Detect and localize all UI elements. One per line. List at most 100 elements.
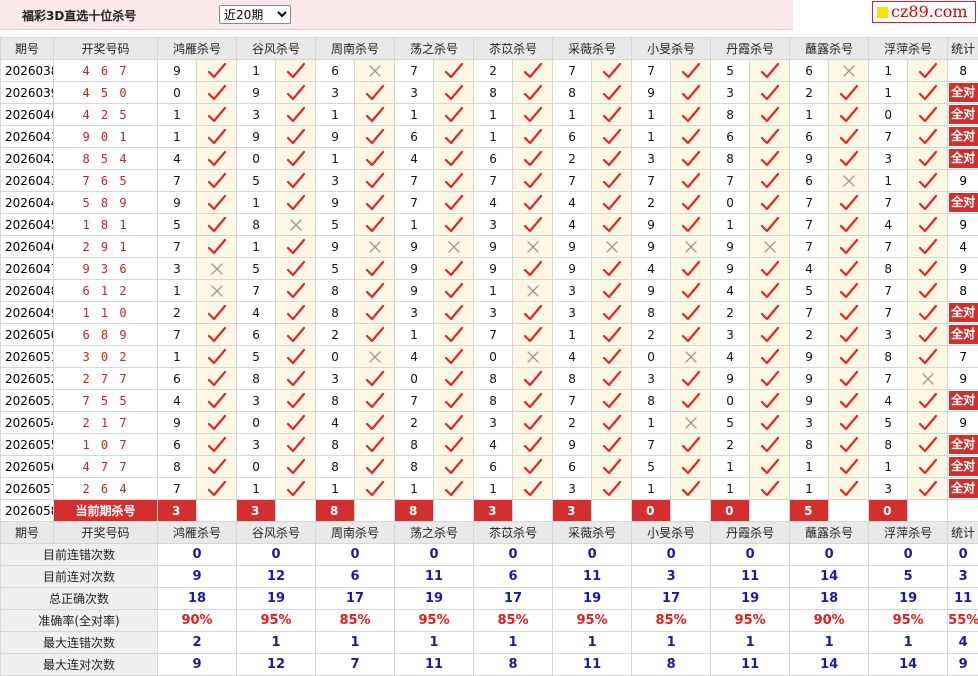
header-expert[interactable]: 苶苡杀号 [474,38,553,60]
kill-number-cell: 4 [632,258,671,280]
current-kill-blank [592,500,632,522]
cross-icon [523,348,543,366]
header-expert[interactable]: 蘸露杀号 [790,38,869,60]
check-icon [207,216,227,234]
all-correct-badge: 全对 [949,193,978,212]
table-row: 20260428 5 44014623893全对 [1,148,978,170]
kill-number-cell: 1 [474,478,513,500]
result-mark-cell [829,82,869,104]
table-row: 20260384 6 791672775618 [1,60,978,82]
header-expert[interactable]: 蘸露杀号 [790,522,869,544]
check-icon [444,260,464,278]
stats-value: 11 [711,566,790,588]
stat-cell: 4 [948,236,978,258]
check-icon [602,282,622,300]
kill-number-cell: 1 [790,104,829,126]
check-icon [365,282,385,300]
header-expert[interactable]: 丹霞杀号 [711,38,790,60]
check-icon [839,260,859,278]
kill-number-cell: 7 [632,170,671,192]
result-mark-cell [750,258,790,280]
result-mark-cell [592,126,632,148]
header-expert[interactable]: 周南杀号 [316,38,395,60]
header-expert[interactable]: 荡之杀号 [395,522,474,544]
check-icon [918,348,938,366]
result-mark-cell [829,60,869,82]
kill-number-cell: 1 [711,478,750,500]
stats-value: 11 [395,654,474,676]
result-mark-cell [355,236,395,258]
check-icon [286,348,306,366]
check-icon [681,260,701,278]
stats-label: 目前连对次数 [1,566,158,588]
header-expert[interactable]: 谷风杀号 [237,522,316,544]
result-mark-cell [276,478,316,500]
kill-number-cell: 7 [158,324,197,346]
result-mark-cell [671,192,711,214]
kill-number-cell: 1 [474,126,513,148]
result-mark-cell [434,302,474,324]
check-icon [760,414,780,432]
stats-value: 3 [632,566,711,588]
result-mark-cell [276,434,316,456]
result-mark-cell [592,192,632,214]
kill-number-cell: 1 [237,60,276,82]
result-mark-cell [592,368,632,390]
kill-number-cell: 8 [790,434,829,456]
result-mark-cell [750,82,790,104]
result-mark-cell [513,236,553,258]
period-select[interactable]: 近20期 [219,5,291,24]
check-icon [760,348,780,366]
result-mark-cell [592,390,632,412]
result-mark-cell [197,390,237,412]
header-expert[interactable]: 浮萍杀号 [869,522,948,544]
kill-number-cell: 5 [237,258,276,280]
header-expert[interactable]: 鸿雁杀号 [158,38,237,60]
check-icon [444,128,464,146]
stat-cell: 全对 [948,192,978,214]
header-expert[interactable]: 苶苡杀号 [474,522,553,544]
kill-number-cell: 0 [237,456,276,478]
kill-number-cell: 1 [553,104,592,126]
header-expert[interactable]: 周南杀号 [316,522,395,544]
result-mark-cell [434,82,474,104]
check-icon [602,304,622,322]
stats-value: 14 [790,566,869,588]
header-expert[interactable]: 鸿雁杀号 [158,522,237,544]
header-expert[interactable]: 采薇杀号 [553,38,632,60]
result-mark-cell [355,346,395,368]
kill-number-cell: 9 [632,214,671,236]
draw-number-cell: 4 6 7 [54,60,158,82]
kill-number-cell: 7 [869,236,908,258]
header-expert[interactable]: 丹霞杀号 [711,522,790,544]
cross-icon [681,348,701,366]
check-icon [839,458,859,476]
kill-number-cell: 6 [316,60,355,82]
kill-number-cell: 5 [237,346,276,368]
table-row: 20260394 5 00933889321全对 [1,82,978,104]
check-icon [365,370,385,388]
site-logo[interactable]: cz89.com [872,1,976,23]
header-expert[interactable]: 荡之杀号 [395,38,474,60]
result-mark-cell [276,324,316,346]
result-mark-cell [355,170,395,192]
header-expert[interactable]: 小旻杀号 [632,38,711,60]
all-correct-badge: 全对 [949,479,978,498]
header-expert[interactable]: 小旻杀号 [632,522,711,544]
header-expert[interactable]: 浮萍杀号 [869,38,948,60]
result-mark-cell [434,280,474,302]
check-icon [286,238,306,256]
header-expert[interactable]: 谷风杀号 [237,38,316,60]
kill-number-cell: 9 [237,82,276,104]
result-mark-cell [276,192,316,214]
check-icon [365,480,385,498]
check-icon [444,348,464,366]
kill-number-cell: 0 [869,104,908,126]
check-icon [444,84,464,102]
check-icon [918,84,938,102]
result-mark-cell [671,104,711,126]
header-expert[interactable]: 采薇杀号 [553,522,632,544]
current-kill-number: 0 [632,500,671,522]
kill-number-cell: 3 [711,82,750,104]
check-icon [760,62,780,80]
